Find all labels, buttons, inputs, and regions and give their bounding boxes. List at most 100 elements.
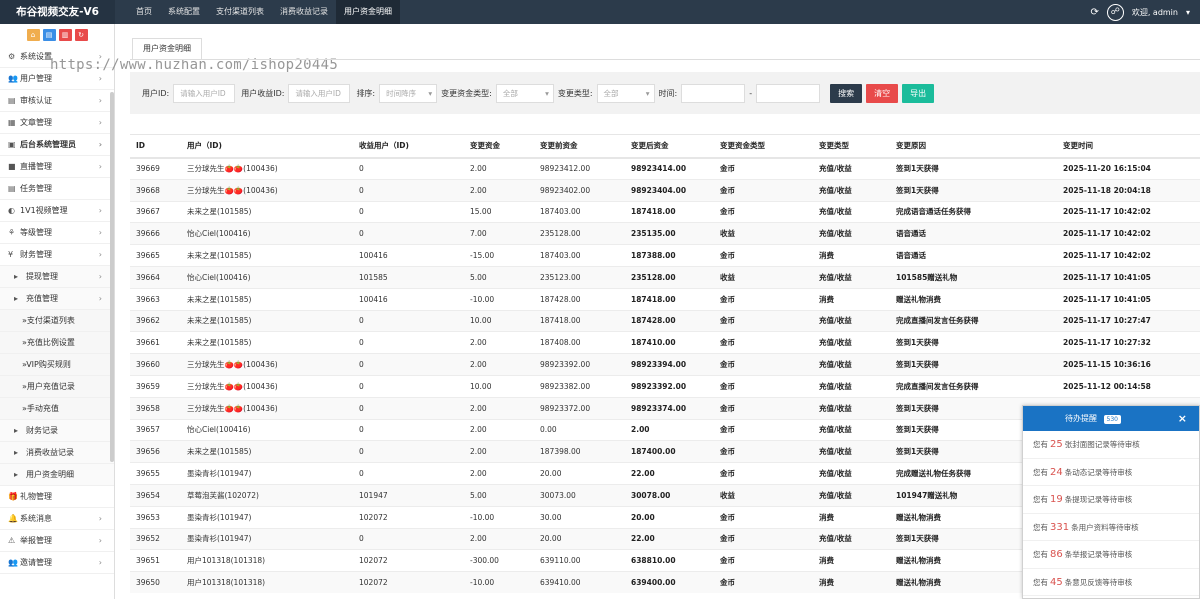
sidebar-item[interactable]: ▦ 文章管理 ›: [0, 112, 114, 134]
chevron-right-icon: ›: [98, 272, 102, 281]
sidebar-item-label: 举报管理: [20, 536, 52, 545]
table-row[interactable]: 39666 怡心Ciel(100416) 0 7.00 235128.00 235135.…: [130, 222, 1200, 245]
table-cell: 2025-11-15 10:36:16: [1057, 353, 1200, 376]
table-row[interactable]: 39661 未来之星(101585) 0 2.00 187408.00 187410.00…: [130, 331, 1200, 354]
refresh-icon[interactable]: ⟳: [1090, 7, 1098, 18]
popup-item[interactable]: 您有 19 条提现记录等待审核: [1023, 486, 1199, 514]
sidebar-item[interactable]: »用户充值记录: [0, 376, 114, 398]
sidebar-item-icon: ⚙: [8, 52, 16, 61]
home-icon[interactable]: ⌂: [26, 29, 40, 41]
table-cell: 充值/收益: [813, 222, 890, 245]
trash-icon[interactable]: ▥: [58, 29, 72, 41]
table-row[interactable]: 39667 未来之星(101585) 0 15.00 187403.00 187418.0…: [130, 200, 1200, 223]
column-header[interactable]: 变更原因: [890, 134, 1057, 159]
sidebar-item[interactable]: »支付渠道列表: [0, 310, 114, 332]
refresh-cache-icon[interactable]: ↻: [74, 29, 88, 41]
top-nav-item[interactable]: 系统配置: [160, 0, 208, 24]
column-header[interactable]: 收益用户（ID): [353, 134, 464, 159]
column-header[interactable]: 变更资金类型: [714, 134, 813, 159]
top-nav-item[interactable]: 首页: [128, 0, 160, 24]
avatar[interactable]: ☍: [1106, 3, 1124, 21]
sidebar-item[interactable]: »手动充值: [0, 398, 114, 420]
tab-user-funds[interactable]: 用户资金明细: [132, 38, 202, 60]
sidebar-item[interactable]: ▸ 消费收益记录: [0, 442, 114, 464]
table-cell: 签到1天获得: [890, 157, 1057, 180]
top-nav-item[interactable]: 用户资金明细: [336, 0, 400, 24]
table-cell: 充值/收益: [813, 440, 890, 463]
table-cell: 235123.00: [534, 265, 625, 289]
sidebar-item[interactable]: ¥ 财务管理 ›: [0, 244, 114, 266]
popup-item[interactable]: 您有 86 条举报记录等待审核: [1023, 541, 1199, 569]
sidebar-item[interactable]: 👥 邀请管理 ›: [0, 552, 114, 574]
table-cell: 98923372.00: [534, 396, 625, 420]
tab-divider: [130, 59, 1200, 60]
table-row[interactable]: 39668 三分球先生🍅🍅(100436) 0 2.00 98923402.00 9892…: [130, 178, 1200, 202]
column-header[interactable]: 变更后资金: [625, 134, 714, 159]
start-time-input[interactable]: [681, 83, 746, 103]
sidebar-item[interactable]: »VIP购买规则: [0, 354, 114, 376]
search-button[interactable]: 搜索: [830, 83, 863, 103]
table-cell: 102072: [353, 549, 464, 572]
clear-button[interactable]: 清空: [866, 83, 899, 103]
table-cell: 39653: [130, 505, 181, 529]
table-cell: 187403.00: [534, 200, 625, 223]
change-type-select[interactable]: 全部: [596, 83, 655, 103]
table-cell: 未来之星(101585): [181, 331, 353, 354]
user-id-input[interactable]: 请输入用户ID: [173, 83, 236, 103]
column-header[interactable]: 变更前资金: [534, 134, 625, 159]
popup-item[interactable]: 您有 45 条意见反馈等待审核: [1023, 569, 1199, 596]
column-header[interactable]: ID: [130, 134, 181, 159]
table-row[interactable]: 39665 未来之星(101585) 100416 -15.00 187403.00 18…: [130, 244, 1200, 267]
column-header[interactable]: 变更时间: [1057, 134, 1200, 159]
sidebar-item[interactable]: ▸ 提现管理 ›: [0, 266, 114, 288]
column-header[interactable]: 变更资金: [464, 134, 534, 159]
sidebar-item[interactable]: ▤ 审核认证 ›: [0, 90, 114, 112]
table-row[interactable]: 39663 未来之星(101585) 100416 -10.00 187428.00 18…: [130, 287, 1200, 311]
table-row[interactable]: 39669 三分球先生🍅🍅(100436) 0 2.00 98923412.00 9892…: [130, 157, 1200, 180]
table-row[interactable]: 39659 三分球先生🍅🍅(100436) 0 10.00 98923382.00 989…: [130, 374, 1200, 398]
popup-item-num: 45: [1050, 576, 1063, 588]
popup-item[interactable]: 您有 331 条用户资料等待审核: [1023, 514, 1199, 541]
document-icon[interactable]: ▤: [42, 29, 56, 41]
table-cell: 20.00: [625, 505, 714, 529]
table-cell: 金币: [714, 200, 813, 223]
table-cell: 98923412.00: [534, 157, 625, 180]
column-header[interactable]: 用户（ID): [181, 134, 353, 159]
sidebar-item[interactable]: ■ 直播管理 ›: [0, 156, 114, 178]
sidebar-item[interactable]: ▣ 后台系统管理员 ›: [0, 134, 114, 156]
sidebar-item[interactable]: ⚠ 举报管理 ›: [0, 530, 114, 552]
sidebar-item[interactable]: ▸ 充值管理 ›: [0, 288, 114, 310]
sidebar-item[interactable]: ▸ 用户资金明细: [0, 464, 114, 486]
fund-type-select[interactable]: 全部: [495, 83, 554, 103]
table-cell: 金币: [714, 309, 813, 332]
top-nav-item[interactable]: 消费收益记录: [272, 0, 336, 24]
table-cell: 39655: [130, 462, 181, 485]
table-cell: 墨染青衫(101947): [181, 505, 353, 529]
sidebar-item[interactable]: »充值比例设置: [0, 332, 114, 354]
table-row[interactable]: 39662 未来之星(101585) 0 10.00 187418.00 187428.0…: [130, 309, 1200, 332]
table-cell: 0: [353, 309, 464, 332]
table-cell: 5.00: [464, 483, 534, 507]
popup-item[interactable]: 您有 24 条动态记录等待审核: [1023, 459, 1199, 486]
table-row[interactable]: 39664 怡心Ciel(100416) 101585 5.00 235123.00 23…: [130, 265, 1200, 289]
table-row[interactable]: 39660 三分球先生🍅🍅(100436) 0 2.00 98923392.00 9892…: [130, 353, 1200, 376]
welcome-text[interactable]: 欢迎, admin: [1132, 7, 1178, 18]
sidebar-item-label: »VIP购买规则: [22, 360, 71, 369]
sidebar-item[interactable]: ◐ 1V1视频管理 ›: [0, 200, 114, 222]
sidebar-item[interactable]: ⚘ 等级管理 ›: [0, 222, 114, 244]
column-header[interactable]: 变更类型: [813, 134, 890, 159]
sidebar-item[interactable]: ▤ 任务管理: [0, 178, 114, 200]
income-id-input[interactable]: 请输入用户ID: [288, 83, 351, 103]
top-nav-item[interactable]: 支付渠道列表: [208, 0, 272, 24]
sidebar-item[interactable]: 🎁 礼物管理: [0, 486, 114, 508]
close-icon[interactable]: ×: [1178, 406, 1187, 431]
sidebar-item-icon: ▸: [14, 448, 19, 457]
export-button[interactable]: 导出: [902, 83, 935, 103]
sidebar-scrollbar[interactable]: [110, 92, 114, 462]
sort-select[interactable]: 时间降序: [379, 83, 438, 103]
end-time-input[interactable]: [756, 83, 821, 103]
chevron-down-icon[interactable]: ▾: [1186, 8, 1190, 17]
sidebar-item[interactable]: ▸ 财务记录: [0, 420, 114, 442]
sidebar-item[interactable]: 🔔 系统消息 ›: [0, 508, 114, 530]
popup-item[interactable]: 您有 25 张封面图记录等待审核: [1023, 431, 1199, 459]
